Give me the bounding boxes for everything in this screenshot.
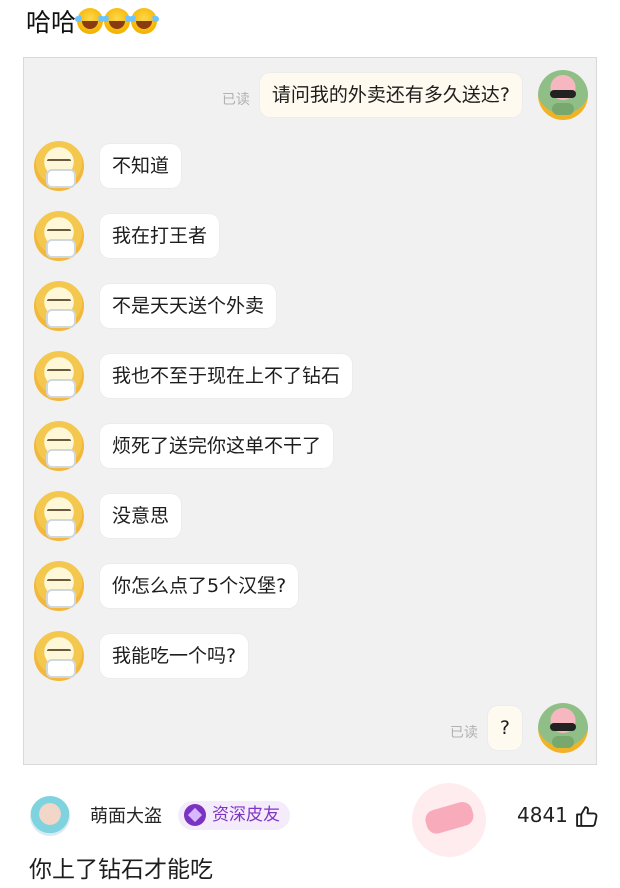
received-message-row: 我能吃一个吗? (34, 631, 249, 681)
read-receipt: 已读 (221, 92, 250, 108)
user-badge: 资深皮友 (178, 801, 290, 830)
like-count: 4841 (517, 803, 568, 827)
chat-screenshot: 已读 请问我的外卖还有多久送达? 不知道 我在打王者 不是天天送个外卖 我也不至… (23, 57, 597, 765)
sent-message-row: 已读 ? (450, 703, 588, 753)
received-message-bubble[interactable]: 不是天天送个外卖 (100, 284, 277, 328)
laugh-cry-emoji-icon (75, 8, 106, 34)
received-message-row: 我也不至于现在上不了钻石 (34, 351, 353, 401)
sent-message-row: 已读 请问我的外卖还有多久送达? (222, 70, 588, 120)
courier-avatar[interactable] (34, 561, 84, 611)
post-title-text: 哈哈 (26, 8, 77, 37)
sent-message-bubble[interactable]: ? (487, 706, 522, 750)
badge-label: 资深皮友 (212, 805, 280, 825)
thumbs-up-icon[interactable] (575, 804, 600, 829)
read-receipt: 已读 (449, 725, 478, 741)
comment-text: 你上了钻石才能吃 (29, 857, 213, 883)
laugh-cry-emoji-icon (129, 8, 160, 34)
post-title: 哈哈 (26, 4, 160, 38)
received-message-row: 不是天天送个外卖 (34, 281, 277, 331)
commenter-avatar[interactable] (30, 796, 70, 836)
courier-avatar[interactable] (34, 351, 84, 401)
received-message-row: 你怎么点了5个汉堡? (34, 561, 299, 611)
received-message-bubble[interactable]: 不知道 (100, 144, 182, 188)
user-avatar[interactable] (538, 70, 588, 120)
comment-section: 萌面大盗 资深皮友 4841 你上了钻石才能吃 (27, 774, 606, 886)
received-message-row: 烦死了送完你这单不干了 (34, 421, 334, 471)
sent-message-bubble[interactable]: 请问我的外卖还有多久送达? (259, 73, 522, 117)
watermark-logo (403, 774, 495, 866)
badge-diamond-icon (184, 804, 206, 826)
received-message-row: 我在打王者 (34, 211, 220, 261)
courier-avatar[interactable] (34, 421, 84, 471)
courier-avatar[interactable] (34, 141, 84, 191)
received-message-row: 不知道 (34, 141, 182, 191)
laugh-cry-emoji-icon (102, 8, 133, 34)
received-message-row: 没意思 (34, 491, 182, 541)
received-message-bubble[interactable]: 我能吃一个吗? (100, 634, 249, 678)
received-message-bubble[interactable]: 没意思 (100, 494, 182, 538)
user-avatar[interactable] (538, 703, 588, 753)
received-message-bubble[interactable]: 烦死了送完你这单不干了 (100, 424, 334, 468)
received-message-bubble[interactable]: 你怎么点了5个汉堡? (100, 564, 299, 608)
received-message-bubble[interactable]: 我在打王者 (100, 214, 220, 258)
received-message-bubble[interactable]: 我也不至于现在上不了钻石 (100, 354, 353, 398)
commenter-name[interactable]: 萌面大盗 (90, 802, 162, 828)
courier-avatar[interactable] (34, 281, 84, 331)
courier-avatar[interactable] (34, 631, 84, 681)
courier-avatar[interactable] (34, 491, 84, 541)
courier-avatar[interactable] (34, 211, 84, 261)
